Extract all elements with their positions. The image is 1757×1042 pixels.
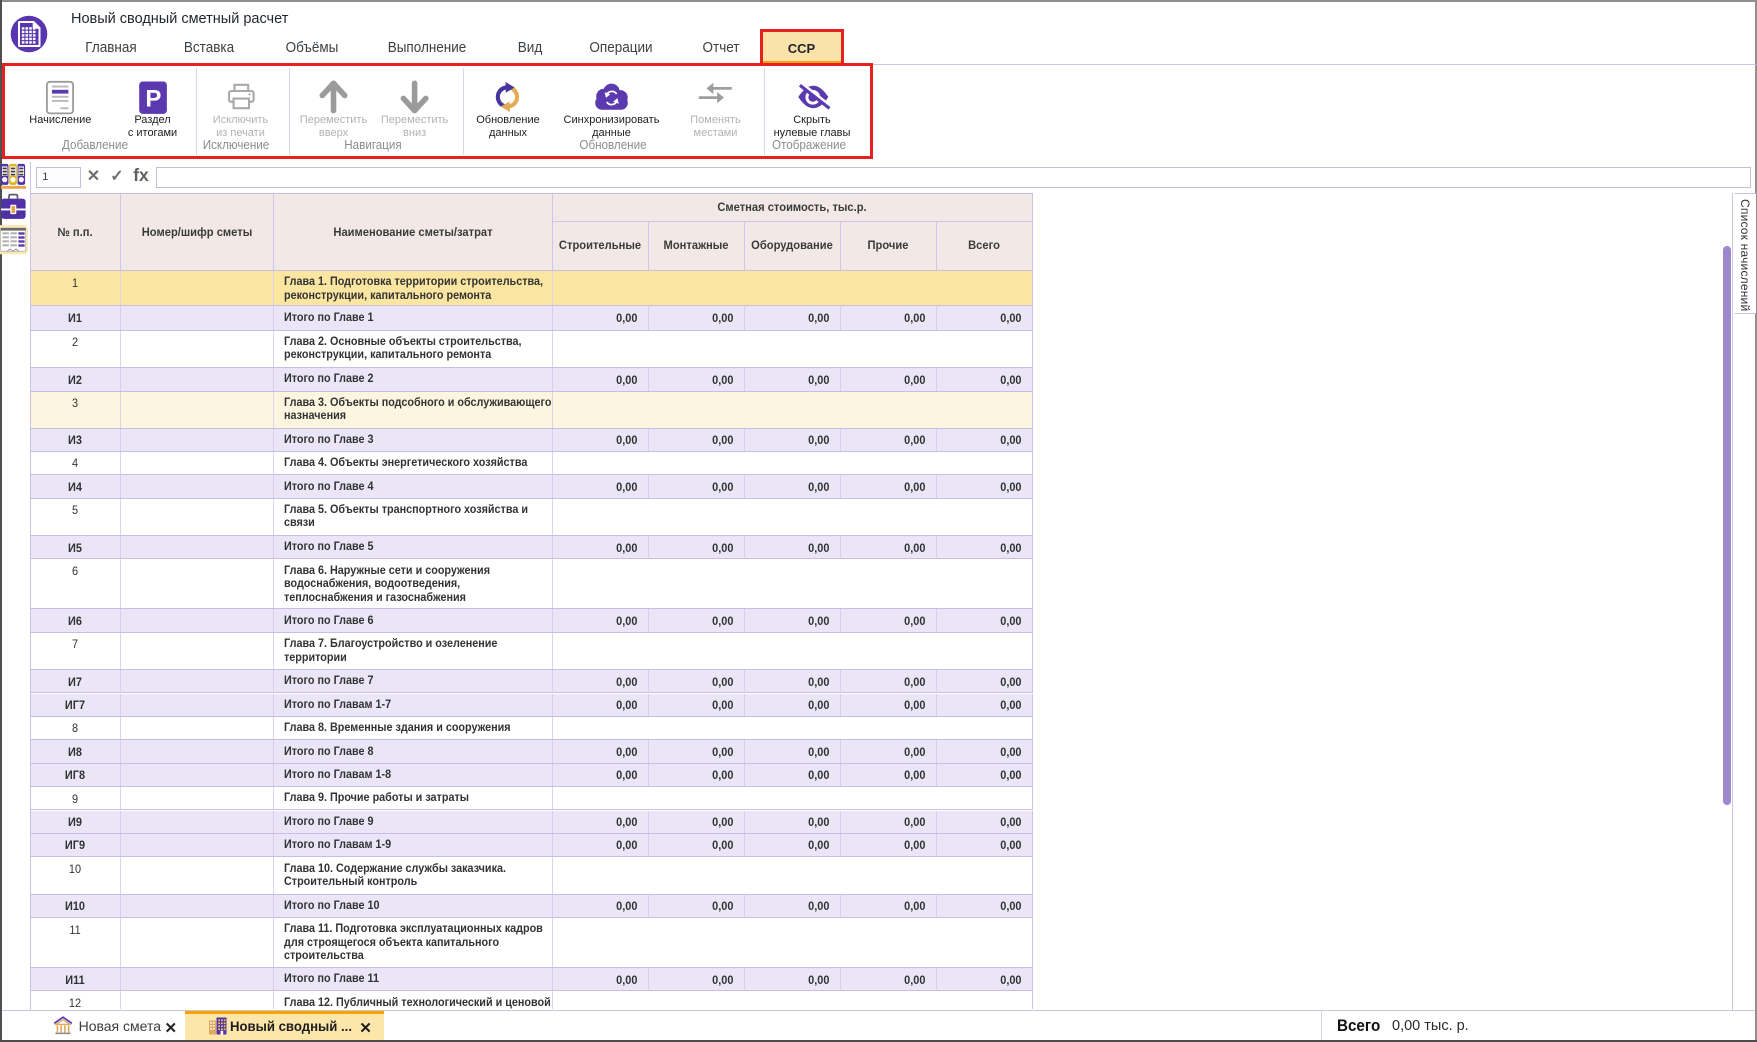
svg-text:P: P [145,86,161,113]
